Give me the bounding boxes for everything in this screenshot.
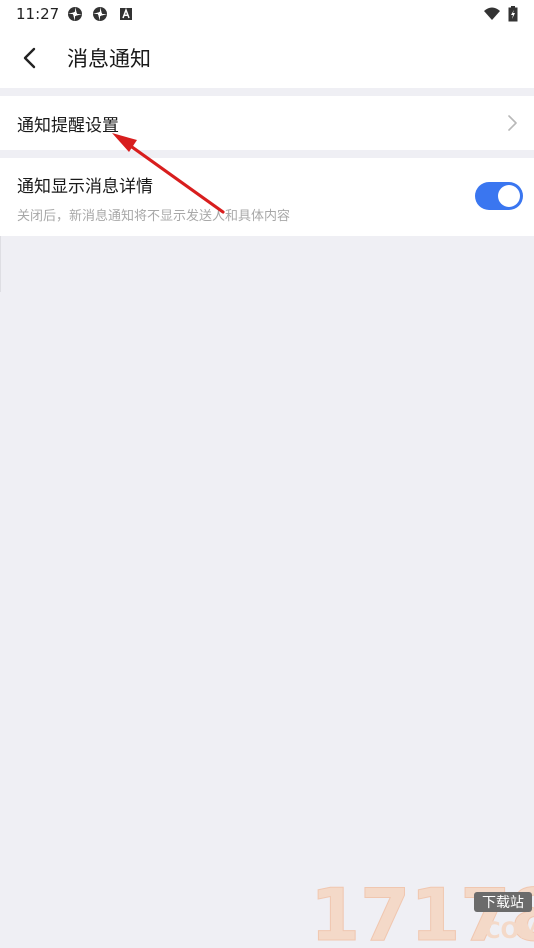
status-bar: 11:27 [0,0,534,28]
status-time: 11:27 [16,5,60,23]
watermark-logo: 17178 下载站 .COM [310,873,534,948]
app-notification-icon [68,7,82,21]
watermark-suffix: .COM [476,919,534,944]
notification-reminder-settings-item[interactable]: 通知提醒设置 [0,96,534,150]
divider [0,236,1,292]
back-button[interactable] [14,42,46,74]
toggle-knob [498,185,520,207]
chevron-right-icon [508,115,517,131]
app-notification-icon [93,7,107,21]
battery-charging-icon [508,6,518,22]
show-message-details-toggle[interactable] [475,182,523,210]
app-header: 消息通知 [0,28,534,88]
wifi-icon [484,7,500,20]
page-title: 消息通知 [67,47,151,71]
show-message-details-label: 通知显示消息详情 [17,177,153,197]
show-message-details-item: 通知显示消息详情 关闭后，新消息通知将不显示发送人和具体内容 [0,158,534,236]
text-a-icon [120,7,132,20]
chevron-left-icon [23,47,36,69]
show-message-details-description: 关闭后，新消息通知将不显示发送人和具体内容 [17,209,291,224]
notification-reminder-label: 通知提醒设置 [17,116,119,136]
watermark-badge: 下载站 [482,895,524,911]
